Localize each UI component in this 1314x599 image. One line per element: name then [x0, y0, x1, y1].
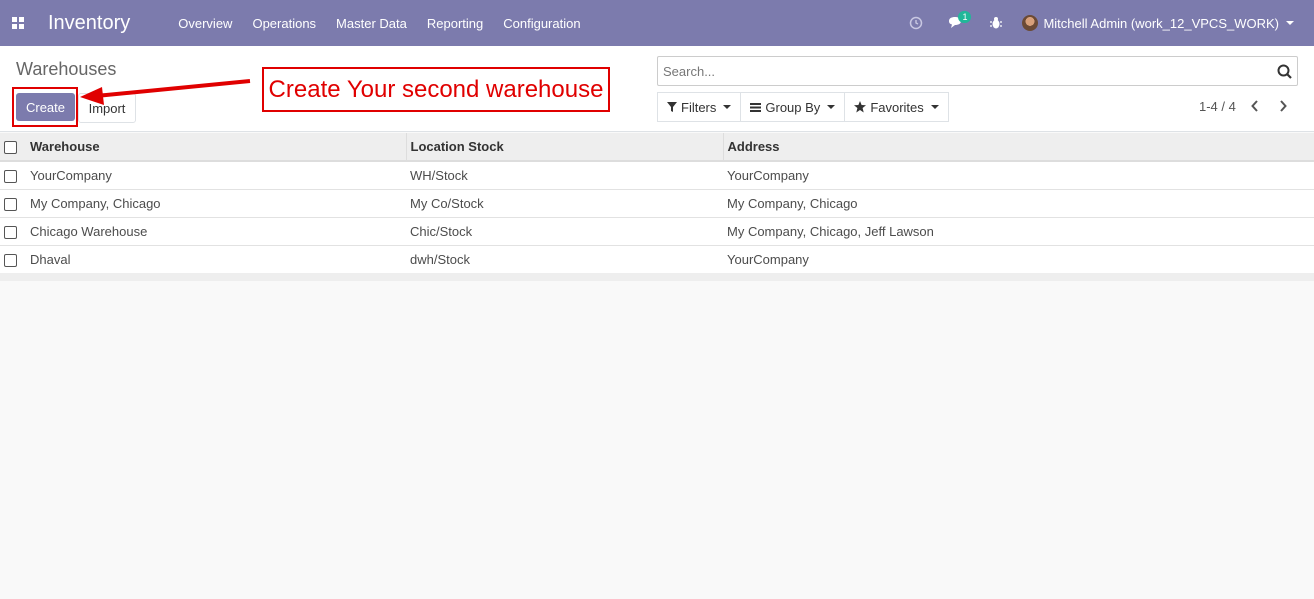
row-checkbox[interactable]	[4, 225, 17, 239]
cell-address[interactable]: My Company, Chicago, Jeff Lawson	[723, 216, 1314, 245]
warehouses-table: Warehouse Location Stock Address YourCom…	[0, 133, 1314, 273]
menu-master-data[interactable]: Master Data	[326, 0, 417, 46]
chevron-down-icon	[1286, 21, 1294, 25]
table-row[interactable]: My Company, Chicago My Co/Stock My Compa…	[0, 188, 1314, 217]
column-header-location-stock[interactable]: Location Stock	[405, 133, 723, 162]
search-options: Filters Group By Favorites	[657, 92, 949, 122]
annotation-arrow-icon	[80, 79, 251, 105]
filter-icon	[667, 102, 677, 112]
cell-address[interactable]: My Company, Chicago	[723, 188, 1314, 217]
favorites-dropdown[interactable]: Favorites	[844, 92, 949, 122]
select-all-checkbox[interactable]	[4, 141, 17, 155]
list-icon	[750, 102, 762, 112]
cell-warehouse[interactable]: My Company, Chicago	[26, 188, 406, 217]
control-panel: Warehouses Create Import Create Your sec…	[0, 46, 1314, 132]
select-all-cell	[0, 133, 26, 162]
pager-value[interactable]: 1-4 / 4	[1199, 99, 1236, 114]
row-select-cell	[0, 188, 26, 217]
cell-location-stock[interactable]: WH/Stock	[406, 160, 723, 189]
activity-clock-icon[interactable]	[896, 0, 936, 46]
row-checkbox[interactable]	[4, 253, 17, 267]
user-avatar	[1022, 15, 1039, 31]
column-header-address[interactable]: Address	[722, 133, 1314, 162]
filters-label: Filters	[681, 99, 717, 115]
cell-address[interactable]: YourCompany	[723, 244, 1314, 273]
row-select-cell	[0, 216, 26, 245]
menu-overview[interactable]: Overview	[168, 0, 242, 46]
groupby-dropdown[interactable]: Group By	[740, 92, 846, 122]
cell-location-stock[interactable]: dwh/Stock	[406, 244, 723, 273]
annotation-highlight-box	[12, 87, 78, 127]
chevron-down-icon	[827, 105, 836, 109]
messages-count-badge: 1	[958, 11, 972, 23]
navbar-systray: 1 Mitchell Admin (work_12_VPCS_WORK)	[896, 0, 1314, 46]
search-bar[interactable]	[657, 56, 1298, 86]
star-icon	[854, 101, 867, 113]
filters-dropdown[interactable]: Filters	[657, 92, 742, 122]
cell-location-stock[interactable]: My Co/Stock	[406, 188, 723, 217]
menu-configuration[interactable]: Configuration	[493, 0, 590, 46]
cell-warehouse[interactable]: Dhaval	[26, 244, 406, 273]
menu-reporting[interactable]: Reporting	[417, 0, 493, 46]
cell-warehouse[interactable]: Chicago Warehouse	[26, 216, 406, 245]
chevron-left-icon	[1251, 100, 1258, 112]
table-row[interactable]: Dhaval dwh/Stock YourCompany	[0, 244, 1314, 273]
cell-warehouse[interactable]: YourCompany	[26, 160, 406, 189]
column-header-warehouse[interactable]: Warehouse	[26, 133, 406, 162]
table-row[interactable]: YourCompany WH/Stock YourCompany	[0, 160, 1314, 189]
table-footer	[0, 273, 1314, 281]
app-brand[interactable]: Inventory	[48, 12, 130, 35]
row-select-cell	[0, 244, 26, 273]
pager-next-button[interactable]	[1271, 92, 1295, 120]
chevron-down-icon	[723, 105, 732, 109]
row-checkbox[interactable]	[4, 169, 17, 183]
menu-operations[interactable]: Operations	[242, 0, 326, 46]
search-icon[interactable]	[1271, 64, 1297, 79]
groupby-label: Group By	[765, 99, 821, 115]
favorites-label: Favorites	[870, 99, 924, 115]
row-checkbox[interactable]	[4, 197, 17, 211]
top-navbar: Inventory Overview Operations Master Dat…	[0, 0, 1314, 46]
debug-bug-icon[interactable]	[976, 0, 1016, 46]
apps-menu-icon[interactable]	[0, 0, 36, 46]
pager-previous-button[interactable]	[1243, 92, 1267, 120]
cell-address[interactable]: YourCompany	[723, 160, 1314, 189]
annotation-callout: Create Your second warehouse	[262, 67, 610, 112]
messages-icon[interactable]: 1	[936, 0, 976, 46]
table-row[interactable]: Chicago Warehouse Chic/Stock My Company,…	[0, 216, 1314, 245]
cell-location-stock[interactable]: Chic/Stock	[406, 216, 723, 245]
chevron-right-icon	[1280, 100, 1287, 112]
user-name: Mitchell Admin (work_12_VPCS_WORK)	[1043, 15, 1279, 31]
chevron-down-icon	[930, 105, 939, 109]
row-select-cell	[0, 160, 26, 189]
user-menu[interactable]: Mitchell Admin (work_12_VPCS_WORK)	[1016, 15, 1314, 31]
search-input[interactable]	[658, 63, 1271, 79]
table-header-row: Warehouse Location Stock Address	[0, 133, 1314, 162]
